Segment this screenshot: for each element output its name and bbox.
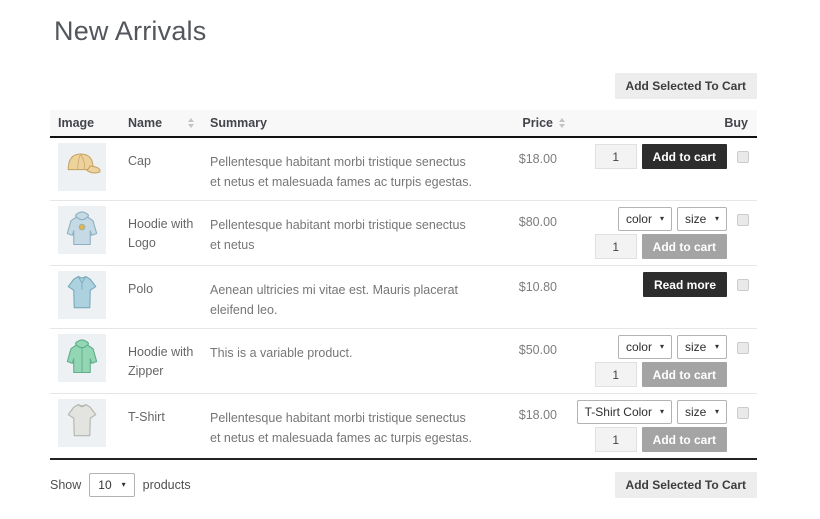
cap-product-image[interactable] xyxy=(58,143,106,191)
product-price: $80.00 xyxy=(519,215,557,229)
size-select[interactable]: size▾ xyxy=(677,335,727,359)
products-label: products xyxy=(143,478,191,492)
page-size-control: Show 10 ▾ products xyxy=(50,473,191,497)
read-more-button[interactable]: Read more xyxy=(643,272,727,297)
hoodie-zipper-icon xyxy=(60,334,104,383)
page-size-select[interactable]: 10 ▾ xyxy=(89,473,134,497)
product-price: $10.80 xyxy=(519,280,557,294)
caret-down-icon: ▾ xyxy=(715,343,719,351)
product-summary: Pellentesque habitant morbi tristique se… xyxy=(210,411,472,445)
product-price: $50.00 xyxy=(519,343,557,357)
product-summary: Pellentesque habitant morbi tristique se… xyxy=(210,218,466,252)
product-price: $18.00 xyxy=(519,408,557,422)
quantity-input[interactable] xyxy=(595,427,637,452)
table-row: Hoodie with Zipper This is a variable pr… xyxy=(50,329,757,394)
show-label: Show xyxy=(50,478,81,492)
hoodie-logo-icon xyxy=(60,206,104,255)
product-summary: This is a variable product. xyxy=(210,346,352,360)
tshirt-product-image[interactable] xyxy=(58,399,106,447)
add-selected-to-cart-button-top[interactable]: Add Selected To Cart xyxy=(615,73,757,99)
hoodie-logo-product-image[interactable] xyxy=(58,206,106,254)
hoodie-zipper-product-image[interactable] xyxy=(58,334,106,382)
page-container: New Arrivals Add Selected To Cart Image … xyxy=(50,16,757,498)
select-product-checkbox[interactable] xyxy=(737,279,749,291)
top-toolbar: Add Selected To Cart xyxy=(50,73,757,99)
product-name: Cap xyxy=(128,154,151,168)
products-table-body: Cap Pellentesque habitant morbi tristiqu… xyxy=(50,137,757,459)
product-name: Hoodie with Zipper xyxy=(128,345,193,378)
select-product-checkbox[interactable] xyxy=(737,151,749,163)
sort-icon[interactable] xyxy=(559,118,565,128)
table-row: Polo Aenean ultricies mi vitae est. Maur… xyxy=(50,266,757,329)
select-product-checkbox[interactable] xyxy=(737,407,749,419)
col-header-image: Image xyxy=(50,110,120,137)
cap-icon xyxy=(60,143,104,192)
size-select[interactable]: size▾ xyxy=(677,400,727,424)
caret-down-icon: ▾ xyxy=(715,408,719,416)
caret-down-icon: ▾ xyxy=(660,343,664,351)
polo-icon xyxy=(60,271,104,320)
add-to-cart-button[interactable]: Add to cart xyxy=(642,234,727,259)
sort-icon[interactable] xyxy=(188,118,194,128)
quantity-input[interactable] xyxy=(595,144,637,169)
table-footer: Show 10 ▾ products Add Selected To Cart xyxy=(50,472,757,498)
product-name: Hoodie with Logo xyxy=(128,217,193,250)
caret-down-icon: ▾ xyxy=(122,481,126,489)
product-summary: Pellentesque habitant morbi tristique se… xyxy=(210,155,472,189)
add-to-cart-button[interactable]: Add to cart xyxy=(642,427,727,452)
col-header-buy: Buy xyxy=(573,110,757,137)
add-to-cart-button[interactable]: Add to cart xyxy=(642,362,727,387)
table-row: Cap Pellentesque habitant morbi tristiqu… xyxy=(50,137,757,201)
quantity-input[interactable] xyxy=(595,234,637,259)
col-header-name[interactable]: Name xyxy=(120,110,202,137)
products-table: Image Name Summary Price xyxy=(50,110,757,460)
product-price: $18.00 xyxy=(519,152,557,166)
product-summary: Aenean ultricies mi vitae est. Mauris pl… xyxy=(210,283,458,317)
caret-down-icon: ▾ xyxy=(660,408,664,416)
caret-down-icon: ▾ xyxy=(660,215,664,223)
table-row: Hoodie with Logo Pellentesque habitant m… xyxy=(50,201,757,266)
size-select[interactable]: size▾ xyxy=(677,207,727,231)
select-product-checkbox[interactable] xyxy=(737,214,749,226)
table-row: T-Shirt Pellentesque habitant morbi tris… xyxy=(50,394,757,460)
caret-down-icon: ▾ xyxy=(715,215,719,223)
quantity-input[interactable] xyxy=(595,362,637,387)
col-header-summary: Summary xyxy=(202,110,485,137)
select-product-checkbox[interactable] xyxy=(737,342,749,354)
t-shirt-color-select[interactable]: T-Shirt Color▾ xyxy=(577,400,672,424)
color-select[interactable]: color▾ xyxy=(618,207,672,231)
polo-product-image[interactable] xyxy=(58,271,106,319)
page-title: New Arrivals xyxy=(54,16,757,47)
col-header-price[interactable]: Price xyxy=(485,110,573,137)
add-selected-to-cart-button-bottom[interactable]: Add Selected To Cart xyxy=(615,472,757,498)
add-to-cart-button[interactable]: Add to cart xyxy=(642,144,727,169)
color-select[interactable]: color▾ xyxy=(618,335,672,359)
product-name: T-Shirt xyxy=(128,410,165,424)
product-name: Polo xyxy=(128,282,153,296)
products-table-header: Image Name Summary Price xyxy=(50,110,757,137)
tshirt-icon xyxy=(60,399,104,448)
